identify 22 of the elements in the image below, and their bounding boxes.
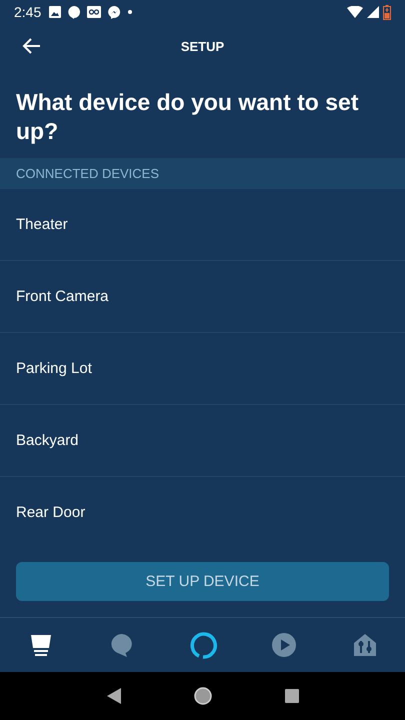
voicemail-icon — [87, 6, 102, 18]
device-name[interactable]: Front Camera — [16, 288, 109, 305]
page-heading: What device do you want to set up? — [16, 88, 360, 146]
messenger-icon — [108, 6, 122, 18]
image-icon — [49, 6, 62, 18]
signal-icon — [367, 6, 379, 18]
device-name[interactable]: Rear Door — [16, 504, 86, 521]
dot-icon — [128, 10, 132, 14]
section-title: CONNECTED DEVICES — [16, 166, 160, 181]
chat-bubble-icon — [68, 6, 80, 18]
device-name[interactable]: Theater — [16, 216, 68, 233]
square-icon[interactable] — [284, 689, 298, 703]
status-time: 2:45 — [14, 4, 42, 20]
battery-icon — [383, 4, 391, 20]
wifi-icon — [347, 6, 363, 18]
home-circle-icon[interactable] — [194, 687, 212, 705]
screen-title: SETUP — [180, 38, 224, 54]
set-up-device-button[interactable]: SET UP DEVICE — [16, 562, 389, 601]
back-triangle-icon[interactable] — [106, 688, 120, 704]
device-name[interactable]: Backyard — [16, 432, 79, 449]
device-name[interactable]: Parking Lot — [16, 360, 92, 377]
ring-icon[interactable] — [188, 630, 218, 660]
